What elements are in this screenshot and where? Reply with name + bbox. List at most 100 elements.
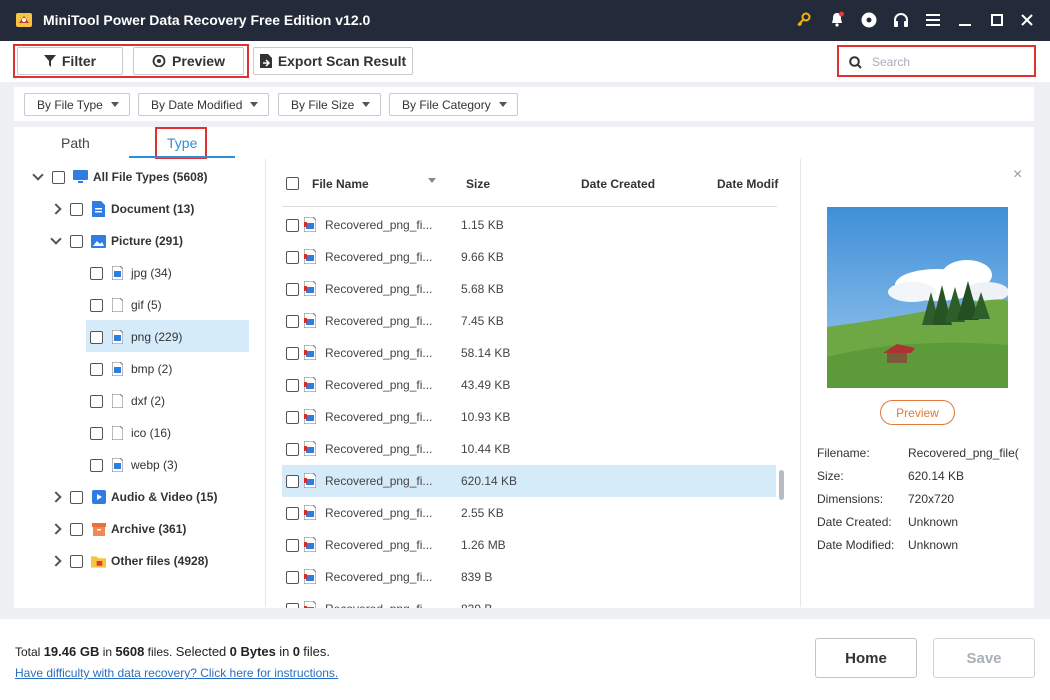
filter-by-file-type[interactable]: By File Type [24, 93, 130, 116]
summary-text: files. [147, 645, 173, 659]
save-button[interactable]: Save [933, 638, 1035, 678]
chevron-right-icon[interactable] [50, 523, 62, 535]
png-file-icon [303, 600, 317, 608]
tree-item-jpg[interactable]: jpg (34) [90, 261, 172, 285]
disc-icon[interactable] [859, 10, 879, 30]
key-icon[interactable] [794, 10, 814, 30]
row-checkbox[interactable] [286, 379, 299, 392]
column-date-created[interactable]: Date Created [581, 177, 655, 191]
tree-item-bmp[interactable]: bmp (2) [90, 357, 172, 381]
table-row[interactable]: Recovered_png_fi... 7.45 KB [282, 305, 776, 337]
checkbox[interactable] [90, 394, 103, 408]
table-row[interactable]: Recovered_png_fi... 5.68 KB [282, 273, 776, 305]
table-row[interactable]: Recovered_png_fi... 620.14 KB [282, 465, 776, 497]
table-row[interactable]: Recovered_png_fi... 10.93 KB [282, 401, 776, 433]
checkbox[interactable] [70, 234, 83, 248]
file-size: 10.93 KB [461, 410, 511, 424]
filter-by-date-modified[interactable]: By Date Modified [138, 93, 270, 116]
row-checkbox[interactable] [286, 251, 299, 264]
png-file-icon [110, 329, 125, 345]
tree-item-all-file-types[interactable]: All File Types (5608) [32, 165, 208, 189]
row-checkbox[interactable] [286, 507, 299, 520]
table-row[interactable]: Recovered_png_fi... 10.44 KB [282, 433, 776, 465]
checkbox[interactable] [90, 330, 103, 344]
tree-item-picture[interactable]: Picture (291) [50, 229, 183, 253]
row-checkbox[interactable] [286, 475, 299, 488]
scrollbar-thumb[interactable] [779, 470, 784, 500]
file-name: Recovered_png_fi... [325, 282, 433, 296]
checkbox[interactable] [90, 362, 103, 376]
row-checkbox[interactable] [286, 443, 299, 456]
checkbox[interactable] [70, 202, 83, 216]
filter-by-file-size[interactable]: By File Size [278, 93, 382, 116]
file-name: Recovered_png_fi... [325, 410, 433, 424]
table-row[interactable]: Recovered_png_fi... 58.14 KB [282, 337, 776, 369]
tree-item-png[interactable]: png (229) [90, 325, 182, 349]
row-checkbox[interactable] [286, 571, 299, 584]
meta-modified-value: Unknown [908, 538, 959, 552]
meta-dimensions-label: Dimensions: [817, 492, 884, 506]
checkbox[interactable] [90, 426, 103, 440]
help-link[interactable]: Have difficulty with data recovery? Clic… [15, 666, 338, 680]
picture-icon [91, 233, 106, 249]
tree-item-webp[interactable]: webp (3) [90, 453, 178, 477]
row-checkbox[interactable] [286, 283, 299, 296]
tree-item-audio-video[interactable]: Audio & Video (15) [50, 485, 217, 509]
tree-item-ico[interactable]: ico (16) [90, 421, 171, 445]
headset-icon[interactable] [891, 10, 911, 30]
tree-item-document[interactable]: Document (13) [50, 197, 194, 221]
chevron-right-icon[interactable] [50, 203, 62, 215]
close-preview-icon[interactable]: × [1013, 166, 1022, 184]
tree-item-archive[interactable]: Archive (361) [50, 517, 186, 541]
tree-item-other-files[interactable]: Other files (4928) [50, 549, 208, 573]
column-file-name[interactable]: File Name [312, 177, 369, 191]
bell-icon[interactable] [827, 10, 847, 30]
checkbox[interactable] [90, 298, 103, 312]
tree-item-gif[interactable]: gif (5) [90, 293, 162, 317]
checkbox[interactable] [90, 266, 103, 280]
table-row[interactable]: Recovered_png_fi... 1.26 MB [282, 529, 776, 561]
footer: Total 19.46 GB in 5608 files. Selected 0… [0, 619, 1050, 700]
table-row[interactable]: Recovered_png_fi... 43.49 KB [282, 369, 776, 401]
row-checkbox[interactable] [286, 347, 299, 360]
checkbox[interactable] [70, 490, 83, 504]
checkbox[interactable] [70, 554, 83, 568]
row-checkbox[interactable] [286, 411, 299, 424]
caret-down-icon [498, 102, 507, 107]
export-scan-result-button[interactable]: Export Scan Result [253, 47, 413, 75]
column-date-modified[interactable]: Date Modif [717, 177, 778, 191]
table-row[interactable]: Recovered_png_fi... 1.15 KB [282, 209, 776, 241]
tree-label: bmp (2) [131, 362, 173, 376]
checkbox[interactable] [90, 458, 103, 472]
chevron-down-icon[interactable] [50, 233, 62, 245]
select-all-checkbox[interactable] [286, 177, 299, 190]
checkbox[interactable] [70, 522, 83, 536]
row-checkbox[interactable] [286, 603, 299, 608]
row-checkbox[interactable] [286, 315, 299, 328]
table-row[interactable]: Recovered_png_fi... 2.55 KB [282, 497, 776, 529]
checkbox[interactable] [52, 170, 65, 184]
tree-item-dxf[interactable]: dxf (2) [90, 389, 165, 413]
chevron-right-icon[interactable] [50, 555, 62, 567]
summary-text: in [102, 645, 113, 659]
row-checkbox[interactable] [286, 539, 299, 552]
row-checkbox[interactable] [286, 219, 299, 232]
maximize-icon[interactable] [987, 10, 1007, 30]
table-row[interactable]: Recovered_png_fi... 839 B [282, 561, 776, 593]
monitor-icon [73, 169, 88, 185]
minimize-icon[interactable] [955, 10, 975, 30]
close-icon[interactable] [1017, 10, 1037, 30]
filter-by-file-category[interactable]: By File Category [389, 93, 518, 116]
preview-pane-button[interactable]: Preview [880, 400, 955, 425]
chevron-down-icon[interactable] [32, 169, 44, 181]
sort-caret-icon[interactable] [428, 178, 436, 183]
window-title: MiniTool Power Data Recovery Free Editio… [43, 12, 371, 28]
menu-icon[interactable] [923, 10, 943, 30]
tree-label: dxf (2) [131, 394, 166, 408]
column-size[interactable]: Size [466, 177, 490, 191]
table-row[interactable]: Recovered_png_fi... 9.66 KB [282, 241, 776, 273]
home-button[interactable]: Home [815, 638, 917, 678]
chevron-right-icon[interactable] [50, 491, 62, 503]
ico-file-icon [110, 425, 125, 441]
tab-path[interactable]: Path [61, 135, 90, 151]
